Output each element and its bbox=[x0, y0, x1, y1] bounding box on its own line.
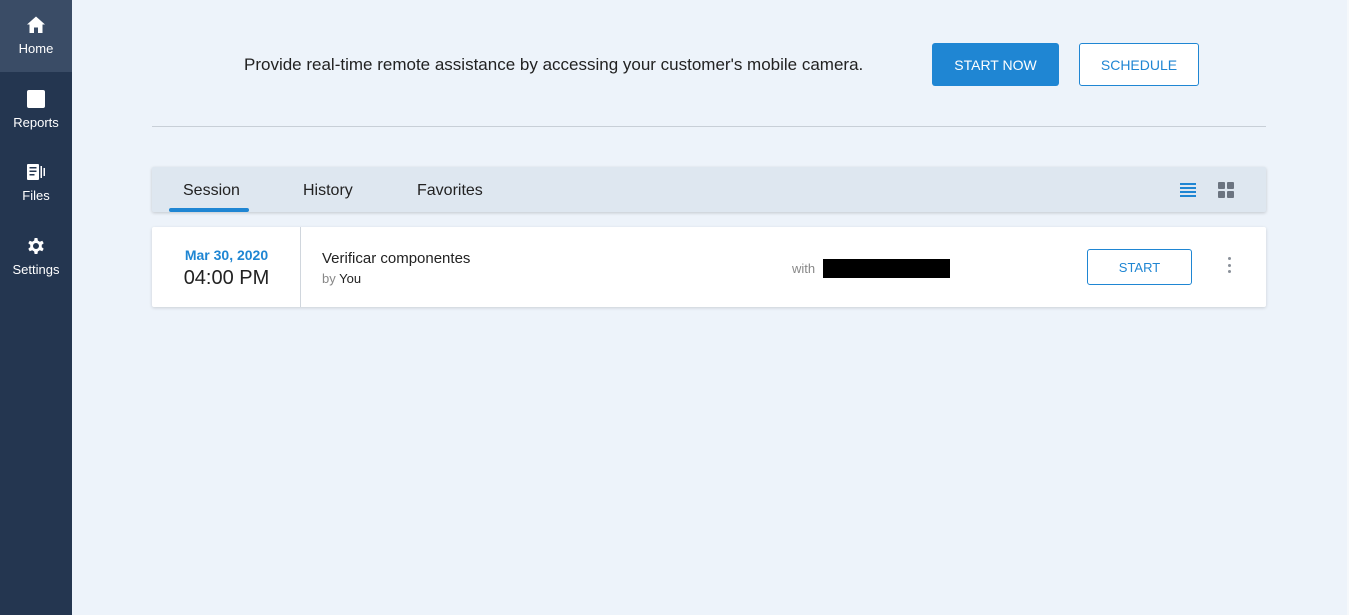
grid-view-icon[interactable] bbox=[1216, 180, 1236, 200]
tab-favorites[interactable]: Favorites bbox=[417, 182, 483, 200]
sidebar-item-label: Settings bbox=[12, 262, 60, 277]
sidebar-item-reports[interactable]: Reports bbox=[0, 74, 72, 146]
session-owner-prefix: by bbox=[322, 271, 336, 286]
more-options-icon[interactable] bbox=[1221, 255, 1237, 275]
session-datetime: Mar 30, 2020 04:00 PM bbox=[152, 227, 301, 307]
redacted-participant bbox=[823, 259, 950, 278]
with-label: with bbox=[792, 261, 816, 276]
sidebar-item-home[interactable]: Home bbox=[0, 0, 72, 72]
session-owner-name: You bbox=[339, 271, 362, 286]
gear-icon bbox=[25, 235, 47, 257]
sidebar-item-label: Home bbox=[18, 41, 54, 56]
tab-bar: Session History Favorites bbox=[152, 167, 1266, 212]
schedule-button[interactable]: SCHEDULE bbox=[1079, 43, 1199, 86]
divider bbox=[152, 126, 1266, 127]
files-icon bbox=[25, 161, 47, 183]
tab-session[interactable]: Session bbox=[183, 182, 240, 200]
sidebar: Home Reports Files Settings bbox=[0, 0, 72, 615]
session-time: 04:00 PM bbox=[183, 267, 270, 289]
main-content: Provide real-time remote assistance by a… bbox=[72, 0, 1349, 615]
start-session-button[interactable]: START bbox=[1087, 249, 1192, 285]
tab-history[interactable]: History bbox=[303, 182, 353, 200]
session-card[interactable]: Mar 30, 2020 04:00 PM Verificar componen… bbox=[152, 227, 1266, 307]
promo-text: Provide real-time remote assistance by a… bbox=[244, 55, 864, 74]
reports-icon bbox=[25, 88, 47, 110]
session-owner: by You bbox=[322, 271, 361, 286]
sidebar-item-label: Reports bbox=[13, 115, 59, 130]
list-view-icon[interactable] bbox=[1178, 180, 1198, 200]
sidebar-item-settings[interactable]: Settings bbox=[0, 221, 72, 293]
sidebar-item-label: Files bbox=[22, 188, 50, 203]
sidebar-item-files[interactable]: Files bbox=[0, 147, 72, 219]
session-date: Mar 30, 2020 bbox=[184, 247, 269, 263]
home-icon bbox=[25, 14, 47, 36]
session-title: Verificar componentes bbox=[322, 250, 471, 267]
start-now-button[interactable]: START NOW bbox=[932, 43, 1059, 86]
active-tab-indicator bbox=[169, 208, 249, 212]
